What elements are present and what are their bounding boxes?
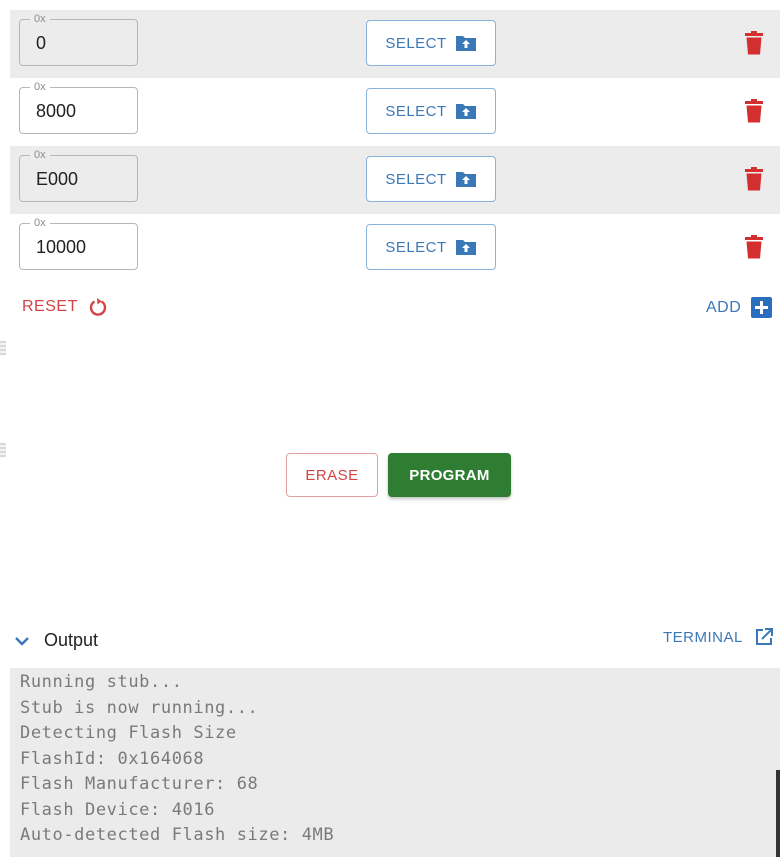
console-line: Stub is now running... — [20, 697, 259, 718]
trash-icon — [745, 99, 763, 123]
select-label: SELECT — [385, 238, 447, 256]
address-field[interactable]: 0x 0 — [19, 12, 138, 66]
address-prefix-label: 0x — [30, 216, 50, 230]
folder-upload-icon — [455, 172, 476, 187]
delete-row-button[interactable] — [742, 166, 766, 192]
output-title: Output — [44, 630, 99, 650]
output-console[interactable]: Running stub... Stub is now running... D… — [10, 668, 780, 857]
address-field[interactable]: 0x 10000 — [19, 216, 138, 270]
reset-icon — [89, 298, 106, 316]
address-prefix-label: 0x — [30, 148, 50, 162]
output-toggle[interactable]: Output — [14, 630, 98, 651]
address-prefix-label: 0x — [30, 80, 50, 94]
console-line: Detecting Flash Size — [20, 723, 237, 743]
trash-icon — [745, 235, 763, 259]
console-line: Flash Manufacturer: 68 — [20, 774, 259, 794]
console-line: Running stub... — [20, 672, 183, 692]
console-line: Flash Device: 4016 — [20, 799, 216, 820]
delete-row-button[interactable] — [742, 234, 766, 260]
flash-file-list: 0x 0 SELECT 0x 8000 SELECT 0x E000 SELEC — [10, 10, 780, 282]
plus-box-icon — [751, 297, 773, 318]
select-label: SELECT — [385, 102, 447, 120]
flash-row: 0x 0 SELECT — [10, 10, 780, 78]
select-label: SELECT — [385, 170, 447, 188]
select-file-button[interactable]: SELECT — [366, 88, 496, 134]
reset-label: RESET — [22, 298, 78, 315]
delete-row-button[interactable] — [742, 30, 766, 56]
console-line: Auto-detected Flash size: 4MB — [20, 825, 335, 845]
address-value[interactable]: 8000 — [36, 101, 76, 122]
terminal-button[interactable]: TERMINAL — [663, 628, 773, 646]
flash-row: 0x E000 SELECT — [10, 146, 780, 214]
reset-button[interactable]: RESET — [22, 297, 108, 317]
add-row-button[interactable]: ADD — [706, 297, 773, 318]
address-field[interactable]: 0x 8000 — [19, 80, 138, 134]
address-value[interactable]: 0 — [36, 33, 46, 54]
address-value[interactable]: E000 — [36, 169, 78, 190]
select-label: SELECT — [385, 34, 447, 52]
open-external-icon — [755, 628, 773, 645]
select-file-button[interactable]: SELECT — [366, 224, 496, 270]
trash-icon — [745, 31, 763, 55]
console-line: FlashId: 0x164068 — [20, 748, 205, 769]
address-field[interactable]: 0x E000 — [19, 148, 138, 202]
program-button[interactable]: PROGRAM — [388, 453, 511, 497]
select-file-button[interactable]: SELECT — [366, 156, 496, 202]
console-scrollbar[interactable] — [776, 770, 780, 857]
folder-upload-icon — [455, 104, 476, 119]
flash-row: 0x 8000 SELECT — [10, 78, 780, 146]
chevron-down-icon — [15, 636, 29, 646]
folder-upload-icon — [455, 240, 476, 255]
edge-decoration — [0, 443, 6, 457]
delete-row-button[interactable] — [742, 98, 766, 124]
terminal-label: TERMINAL — [663, 628, 743, 646]
erase-button[interactable]: ERASE — [286, 453, 378, 497]
address-value[interactable]: 10000 — [36, 237, 86, 258]
select-file-button[interactable]: SELECT — [366, 20, 496, 66]
folder-upload-icon — [455, 36, 476, 51]
flash-row: 0x 10000 SELECT — [10, 214, 780, 282]
address-prefix-label: 0x — [30, 12, 50, 26]
add-label: ADD — [706, 298, 742, 316]
edge-decoration — [0, 341, 6, 355]
trash-icon — [745, 167, 763, 191]
